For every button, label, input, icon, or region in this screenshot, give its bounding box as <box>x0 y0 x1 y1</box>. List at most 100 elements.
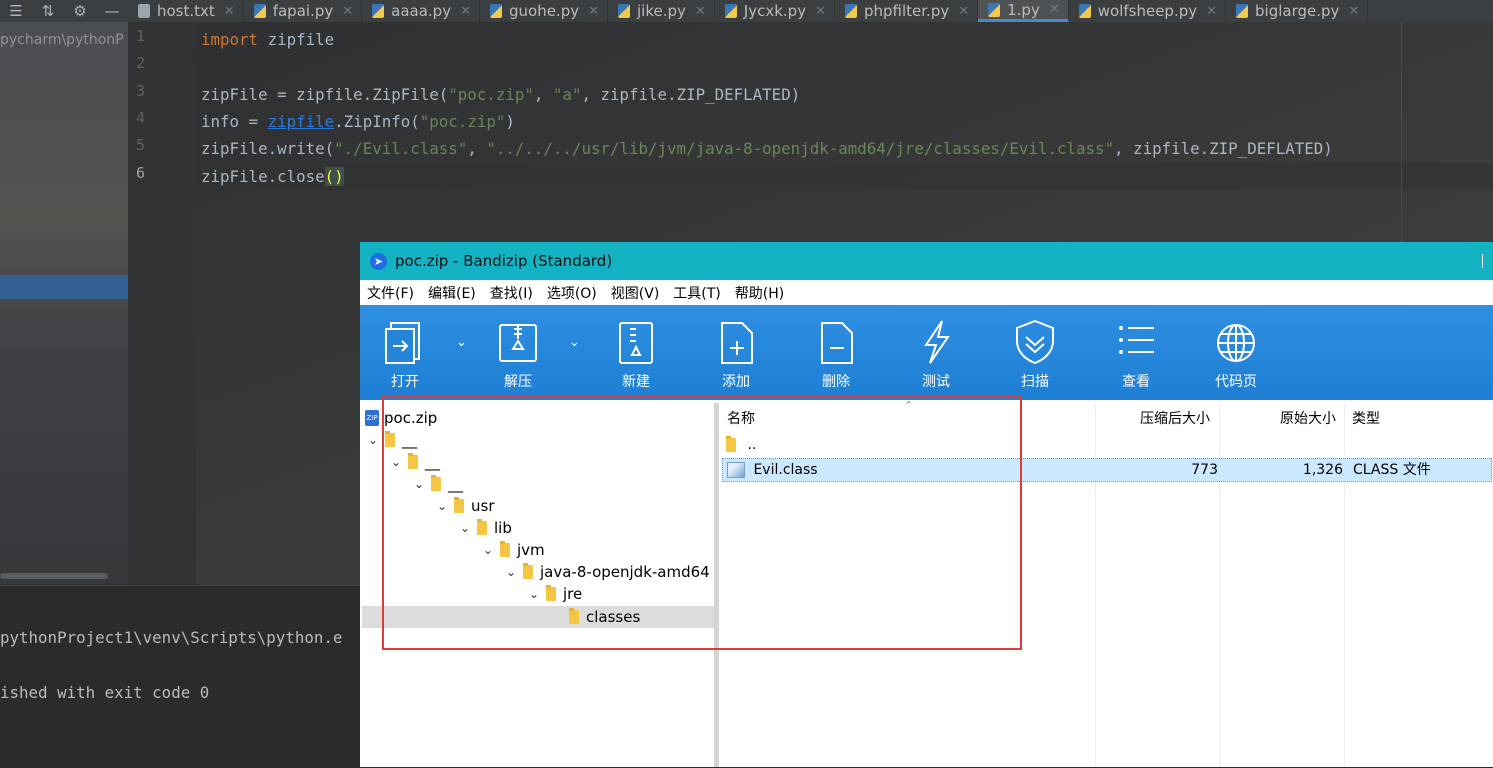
tab-label: phpfilter.py <box>863 2 950 20</box>
menu-help[interactable]: 帮助(H) <box>728 283 791 303</box>
chevron-down-icon[interactable]: ⌄ <box>434 495 450 517</box>
menu-tools[interactable]: 工具(T) <box>666 283 727 303</box>
close-icon[interactable]: ✕ <box>1049 2 1060 17</box>
menu-file[interactable]: 文件(F) <box>360 283 421 303</box>
tree-node[interactable]: ⌄ __ <box>411 473 463 495</box>
tab-wolfsheep-py[interactable]: wolfsheep.py ✕ <box>1069 0 1227 22</box>
tab-label: biglarge.py <box>1255 2 1340 20</box>
folder-icon <box>385 431 395 447</box>
close-icon[interactable]: ✕ <box>342 4 353 19</box>
code-line-6[interactable]: zipFile.close() <box>201 163 344 190</box>
tree-node-java[interactable]: ⌄ java-8-openjdk-amd64 <box>503 561 710 583</box>
chevron-down-icon[interactable]: ⌄ <box>569 335 580 350</box>
column-header-compressed[interactable]: 压缩后大小 <box>1140 407 1210 431</box>
gear-icon[interactable]: ⚙ <box>64 2 96 20</box>
tab-jike-py[interactable]: jike.py ✕ <box>608 0 715 22</box>
tab-label: wolfsheep.py <box>1097 2 1198 20</box>
project-panel[interactable]: pycharm\pythonP <box>0 22 128 585</box>
open-button[interactable]: 打开 <box>365 319 445 391</box>
window-title: poc.zip - Bandizip (Standard) <box>395 252 613 270</box>
chevron-down-icon[interactable]: ⌄ <box>526 583 542 605</box>
tab-host-txt[interactable]: host.txt ✕ <box>128 0 244 22</box>
folder-icon <box>569 608 579 624</box>
line-number: 6 <box>136 164 146 182</box>
tab-guohe-py[interactable]: guohe.py ✕ <box>480 0 608 22</box>
close-icon[interactable]: ✕ <box>815 4 826 19</box>
list-view-icon <box>1119 326 1154 354</box>
close-icon[interactable]: ✕ <box>1348 4 1359 19</box>
codepage-button[interactable]: 代码页 <box>1196 319 1276 391</box>
tree-node-classes[interactable]: classes <box>549 606 640 628</box>
minimize-icon[interactable]: — <box>96 2 128 20</box>
current-line-highlight <box>196 163 1493 190</box>
lightning-icon <box>924 320 950 364</box>
code-line-1[interactable]: import zipfile <box>201 26 334 53</box>
run-console[interactable]: pythonProject1\venv\Scripts\python.e ish… <box>0 585 360 768</box>
shield-icon <box>1016 319 1054 365</box>
menu-edit[interactable]: 编辑(E) <box>421 283 483 303</box>
tree-node[interactable]: ⌄ __ <box>365 429 417 451</box>
menu-find[interactable]: 查找(I) <box>483 283 540 303</box>
scan-button[interactable]: 扫描 <box>995 319 1075 391</box>
close-icon[interactable]: ✕ <box>958 4 969 19</box>
line-number: 3 <box>136 82 146 100</box>
window-title-bar[interactable]: ➤ poc.zip - Bandizip (Standard) <box>360 242 1493 280</box>
tree-node[interactable]: ⌄ __ <box>388 451 440 473</box>
extract-button[interactable]: 解压 <box>478 319 558 391</box>
tab-phpfilter-py[interactable]: phpfilter.py ✕ <box>835 0 979 22</box>
delete-file-icon <box>821 322 853 364</box>
column-header-original[interactable]: 原始大小 <box>1280 407 1336 431</box>
python-file-icon <box>372 4 385 18</box>
column-header-name[interactable]: 名称 <box>727 407 755 431</box>
add-button[interactable]: 添加 <box>696 319 776 391</box>
test-button[interactable]: 测试 <box>896 319 976 391</box>
chevron-down-icon[interactable]: ⌄ <box>457 517 473 539</box>
tree-node-jre[interactable]: ⌄ jre <box>526 583 582 605</box>
settings-lines-icon[interactable]: ☰ <box>0 2 32 20</box>
project-selected-row[interactable] <box>0 275 128 299</box>
chevron-down-icon[interactable]: ⌄ <box>388 451 404 473</box>
close-icon[interactable]: ✕ <box>695 4 706 19</box>
tab-label: 1.py <box>1007 0 1040 19</box>
tree-node-jvm[interactable]: ⌄ jvm <box>480 539 545 561</box>
code-line-3[interactable]: zipFile = zipfile.ZipFile("poc.zip", "a"… <box>201 81 800 108</box>
menu-options[interactable]: 选项(O) <box>540 283 604 303</box>
chevron-down-icon[interactable]: ⌄ <box>480 539 496 561</box>
tree-root[interactable]: ZIP poc.zip <box>360 407 437 429</box>
folder-tree[interactable]: ZIP poc.zip ⌄ __ ⌄ __ ⌄ __ ⌄ usr ⌄ lib ⌄… <box>360 403 714 767</box>
delete-button[interactable]: 删除 <box>796 319 876 391</box>
tab-jycxk-py[interactable]: Jycxk.py ✕ <box>715 0 835 22</box>
tab-1-py[interactable]: 1.py ✕ <box>978 0 1069 22</box>
column-header-type[interactable]: 类型 <box>1352 407 1380 431</box>
new-label: 新建 <box>622 374 650 390</box>
chevron-down-icon[interactable]: ⌄ <box>365 429 381 451</box>
new-button[interactable]: 新建 <box>596 319 676 391</box>
close-icon[interactable]: ✕ <box>460 4 471 19</box>
tab-biglarge-py[interactable]: biglarge.py ✕ <box>1226 0 1369 22</box>
chevron-down-icon[interactable]: ⌄ <box>503 561 519 583</box>
tree-node-lib[interactable]: ⌄ lib <box>457 517 512 539</box>
chevron-down-icon[interactable]: ⌄ <box>456 335 467 350</box>
delete-label: 删除 <box>822 374 850 390</box>
horizontal-scrollbar[interactable] <box>0 573 108 579</box>
editor-tab-bar: ☰ ⇅ ⚙ — host.txt ✕ fapai.py ✕ aaaa.py ✕ … <box>0 0 1493 23</box>
view-button[interactable]: 查看 <box>1096 319 1176 391</box>
list-item-evil-class[interactable]: Evil.class 773 1,326 CLASS 文件 <box>722 458 1492 482</box>
collapse-icon[interactable]: ⇅ <box>32 2 64 20</box>
menu-view[interactable]: 视图(V) <box>604 283 667 303</box>
tree-node-usr[interactable]: ⌄ usr <box>434 495 495 517</box>
tab-fapai-py[interactable]: fapai.py ✕ <box>244 0 363 22</box>
tree-node-label: jvm <box>517 541 545 559</box>
tab-aaaa-py[interactable]: aaaa.py ✕ <box>362 0 480 22</box>
code-line-4[interactable]: info = zipfile.ZipInfo("poc.zip") <box>201 108 515 135</box>
file-list[interactable]: ⌃ 名称 压缩后大小 原始大小 类型 .. Evil.class 773 1,3… <box>719 399 1493 767</box>
close-icon[interactable]: ✕ <box>224 4 235 19</box>
open-archive-icon <box>385 322 420 364</box>
close-icon[interactable]: ✕ <box>1206 4 1217 19</box>
code-line-5[interactable]: zipFile.write("./Evil.class", "../../../… <box>201 135 1333 162</box>
tab-label: host.txt <box>157 2 215 20</box>
chevron-down-icon[interactable]: ⌄ <box>411 473 427 495</box>
close-icon[interactable]: ✕ <box>588 4 599 19</box>
list-item-parent[interactable]: .. <box>722 434 1482 456</box>
folder-icon <box>523 563 533 579</box>
